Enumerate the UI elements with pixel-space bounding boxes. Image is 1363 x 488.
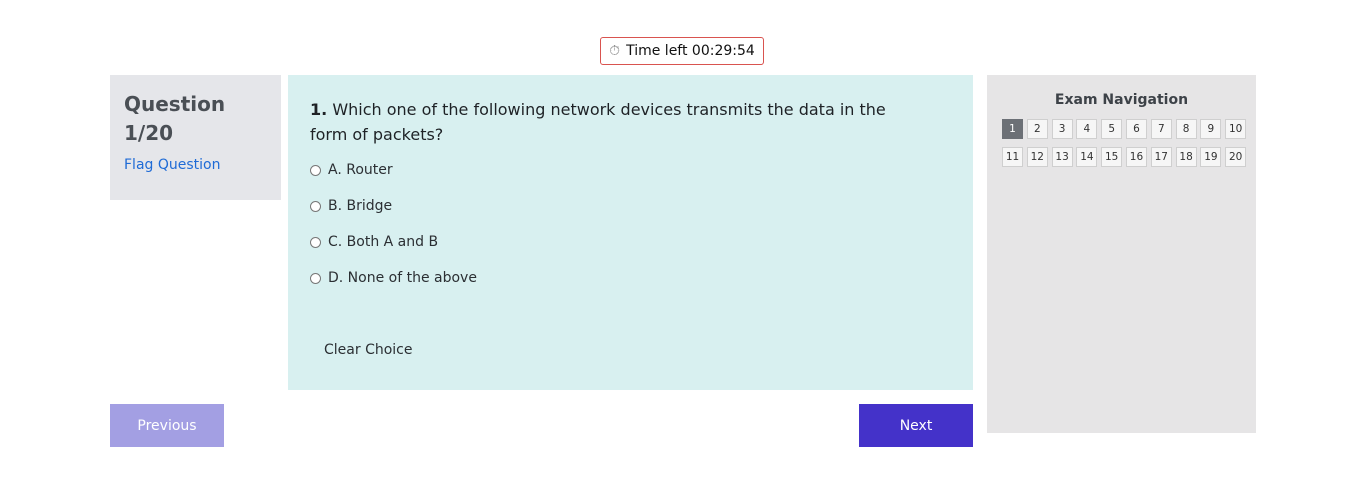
question-number-heading: Question 1/20 (124, 92, 226, 145)
nav-question-3[interactable]: 3 (1051, 119, 1073, 139)
timer-label: Time left 00:29:54 (626, 43, 755, 59)
nav-question-16[interactable]: 16 (1125, 147, 1147, 167)
nav-question-7[interactable]: 7 (1150, 119, 1172, 139)
option-c[interactable]: C. Both A and B (310, 234, 951, 270)
nav-question-6[interactable]: 6 (1125, 119, 1147, 139)
nav-question-10[interactable]: 10 (1225, 119, 1247, 139)
option-b-label[interactable]: B. Bridge (328, 198, 392, 214)
question-text-block: 1. Which one of the following network de… (310, 97, 910, 147)
question-nav-grid: 1 2 3 4 5 6 7 8 9 10 11 12 13 14 15 16 17 18 19 20 (1002, 119, 1247, 167)
nav-question-5[interactable]: 5 (1101, 119, 1123, 139)
stopwatch-icon: ⏱ (609, 43, 621, 59)
option-a-radio[interactable] (310, 165, 321, 176)
nav-question-19[interactable]: 19 (1200, 147, 1222, 167)
nav-question-8[interactable]: 8 (1175, 119, 1197, 139)
question-number: 1. (310, 100, 328, 119)
answer-options: A. Router B. Bridge C. Both A and B D. N… (310, 162, 951, 306)
option-d[interactable]: D. None of the above (310, 270, 951, 306)
nav-question-4[interactable]: 4 (1076, 119, 1098, 139)
option-a[interactable]: A. Router (310, 162, 951, 198)
question-panel: 1. Which one of the following network de… (288, 75, 973, 390)
flag-question-link[interactable]: Flag Question (124, 157, 267, 173)
nav-question-11[interactable]: 11 (1002, 147, 1023, 167)
option-c-label[interactable]: C. Both A and B (328, 234, 438, 250)
clear-choice-button[interactable]: Clear Choice (324, 342, 412, 358)
nav-question-17[interactable]: 17 (1150, 147, 1172, 167)
nav-question-1[interactable]: 1 (1002, 119, 1023, 139)
nav-question-20[interactable]: 20 (1225, 147, 1247, 167)
nav-question-2[interactable]: 2 (1026, 119, 1048, 139)
option-d-label[interactable]: D. None of the above (328, 270, 477, 286)
option-b-radio[interactable] (310, 201, 321, 212)
next-button[interactable]: Next (859, 404, 973, 447)
option-b[interactable]: B. Bridge (310, 198, 951, 234)
question-text: Which one of the following network devic… (310, 100, 886, 144)
timer: ⏱ Time left 00:29:54 (600, 37, 764, 65)
nav-question-9[interactable]: 9 (1200, 119, 1222, 139)
question-info-panel: Question 1/20 Flag Question (110, 75, 281, 200)
exam-navigation-panel: Exam Navigation 1 2 3 4 5 6 7 8 9 10 11 12 13 14 15 16 1… (987, 75, 1256, 433)
option-a-label[interactable]: A. Router (328, 162, 393, 178)
nav-question-14[interactable]: 14 (1076, 147, 1098, 167)
nav-question-12[interactable]: 12 (1026, 147, 1048, 167)
option-d-radio[interactable] (310, 273, 321, 284)
nav-question-18[interactable]: 18 (1175, 147, 1197, 167)
option-c-radio[interactable] (310, 237, 321, 248)
nav-question-13[interactable]: 13 (1051, 147, 1073, 167)
previous-button[interactable]: Previous (110, 404, 224, 447)
exam-navigation-title: Exam Navigation (1054, 92, 1189, 108)
nav-question-15[interactable]: 15 (1101, 147, 1123, 167)
